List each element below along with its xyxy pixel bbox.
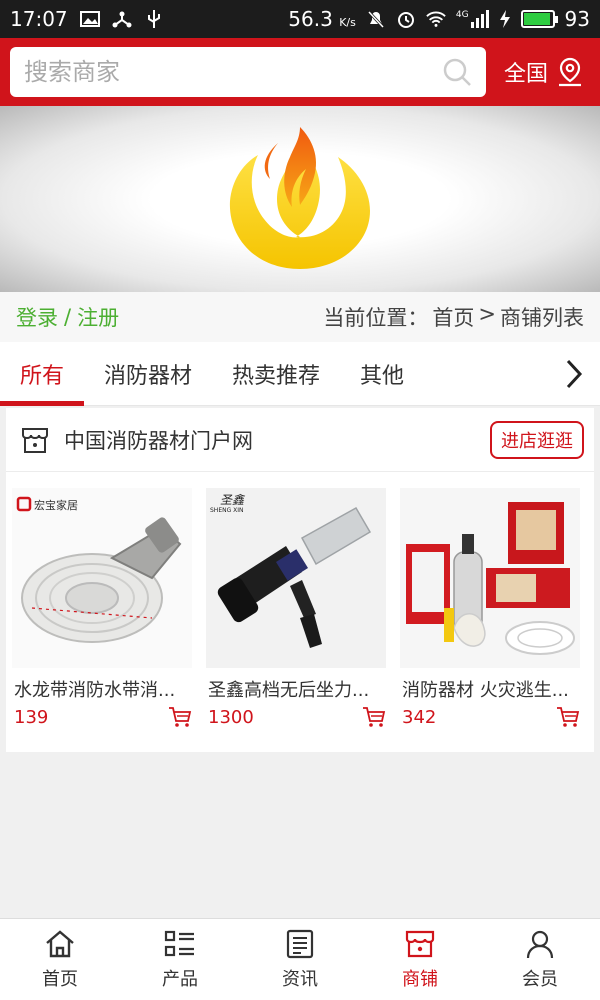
battery-icon — [520, 10, 558, 28]
flame-logo — [229, 127, 370, 269]
nav-home[interactable]: 首页 — [0, 919, 120, 1000]
battery-percent: 93 — [564, 7, 590, 31]
brand-subtext: SHENG XIN — [210, 507, 244, 514]
banner[interactable] — [0, 106, 600, 292]
nav-label: 产品 — [162, 968, 198, 990]
image-icon — [79, 11, 100, 27]
breadcrumb-current: 商铺列表 — [500, 306, 584, 330]
store-icon — [22, 427, 48, 453]
tab-fire-equipment[interactable]: 消防器材 — [84, 342, 212, 405]
nav-label: 商铺 — [402, 968, 438, 990]
product-card[interactable]: 消防器材 火灾逃生... 342 — [394, 488, 588, 728]
nav-label: 首页 — [42, 968, 78, 990]
shop-name[interactable]: 中国消防器材门户网 — [64, 425, 253, 455]
category-tabs: 所有 消防器材 热卖推荐 其他 — [0, 342, 600, 406]
nav-news[interactable]: 资讯 — [240, 919, 360, 1000]
cart-icon[interactable] — [556, 706, 580, 728]
location-pin-icon — [559, 57, 581, 87]
charging-icon — [499, 10, 510, 28]
nav-products[interactable]: 产品 — [120, 919, 240, 1000]
product-title[interactable]: 圣鑫高档无后坐力... — [208, 676, 386, 702]
chevron-right-icon — [566, 359, 583, 388]
search-box[interactable] — [10, 47, 486, 97]
product-title[interactable]: 水龙带消防水带消... — [14, 676, 192, 702]
cart-icon[interactable] — [362, 706, 386, 728]
tab-hot-recommend[interactable]: 热卖推荐 — [212, 342, 340, 405]
header: 全国 — [0, 38, 600, 106]
search-input[interactable] — [24, 58, 442, 86]
breadcrumb-prefix: 当前位置： — [323, 306, 429, 330]
list-icon — [164, 930, 194, 956]
wifi-icon — [426, 11, 446, 27]
news-icon — [286, 929, 314, 958]
nav-shops[interactable]: 商铺 — [360, 919, 480, 1000]
product-card[interactable]: 宏宝家居 水龙带消防水带消... 139 — [6, 488, 200, 728]
product-list: 宏宝家居 水龙带消防水带消... 139 圣鑫 SHENG XIN 圣鑫高档无后… — [6, 472, 594, 728]
tab-other[interactable]: 其他 — [340, 342, 424, 405]
mute-icon — [367, 10, 384, 28]
user-icon — [526, 930, 554, 958]
share-icon — [112, 11, 132, 28]
home-icon — [46, 929, 74, 957]
brand-text: 宏宝家居 — [34, 498, 78, 512]
signal-icon: 4G — [456, 10, 489, 28]
alarm-icon — [397, 12, 414, 28]
visit-store-button[interactable]: 进店逛逛 — [490, 420, 584, 459]
shop-header: 中国消防器材门户网 进店逛逛 — [6, 408, 594, 472]
search-icon[interactable] — [442, 57, 472, 87]
shop-card: 中国消防器材门户网 进店逛逛 宏宝家居 水龙带消防水带消... 139 圣鑫 S… — [6, 408, 594, 752]
product-image[interactable]: 圣鑫 SHENG XIN — [206, 488, 386, 668]
fire-hose-image: 宏宝家居 — [16, 496, 182, 643]
usb-icon — [147, 10, 160, 28]
network-speed: 56.3 K/s — [288, 7, 356, 31]
status-bar: 17:07 56.3 K/s 4G 93 — [0, 0, 600, 38]
fire-nozzle-image: 圣鑫 SHENG XIN — [210, 493, 372, 648]
region-label: 全国 — [503, 62, 548, 87]
brand-text: 圣鑫 — [220, 493, 246, 507]
product-price: 1300 — [208, 706, 254, 728]
product-image[interactable]: 宏宝家居 — [12, 488, 192, 668]
product-price: 139 — [14, 706, 49, 728]
status-time: 17:07 — [10, 7, 68, 31]
cart-icon[interactable] — [168, 706, 192, 728]
tabs-next-button[interactable] — [548, 342, 600, 405]
bottom-nav: 首页 产品 资讯 商铺 会员 — [0, 918, 600, 1000]
product-card[interactable]: 圣鑫 SHENG XIN 圣鑫高档无后坐力... 1300 — [200, 488, 394, 728]
breadcrumb: 当前位置： 首页 > 商铺列表 — [323, 302, 584, 332]
info-row: 登录 / 注册 当前位置： 首页 > 商铺列表 — [0, 292, 600, 342]
nav-label: 资讯 — [282, 968, 318, 990]
tab-all[interactable]: 所有 — [0, 342, 85, 406]
shop-icon — [405, 930, 435, 957]
product-title[interactable]: 消防器材 火灾逃生... — [402, 676, 580, 702]
fire-kit-image — [406, 502, 575, 655]
product-image[interactable] — [400, 488, 580, 668]
breadcrumb-arrow: > — [478, 302, 496, 326]
login-link[interactable]: 登录 — [16, 302, 58, 332]
nav-member[interactable]: 会员 — [480, 919, 600, 1000]
nav-label: 会员 — [522, 968, 558, 990]
region-selector[interactable]: 全国 — [504, 56, 590, 88]
register-link[interactable]: 注册 — [77, 302, 119, 332]
auth-separator: / — [64, 305, 72, 329]
product-price: 342 — [402, 706, 437, 728]
breadcrumb-home[interactable]: 首页 — [432, 302, 474, 332]
